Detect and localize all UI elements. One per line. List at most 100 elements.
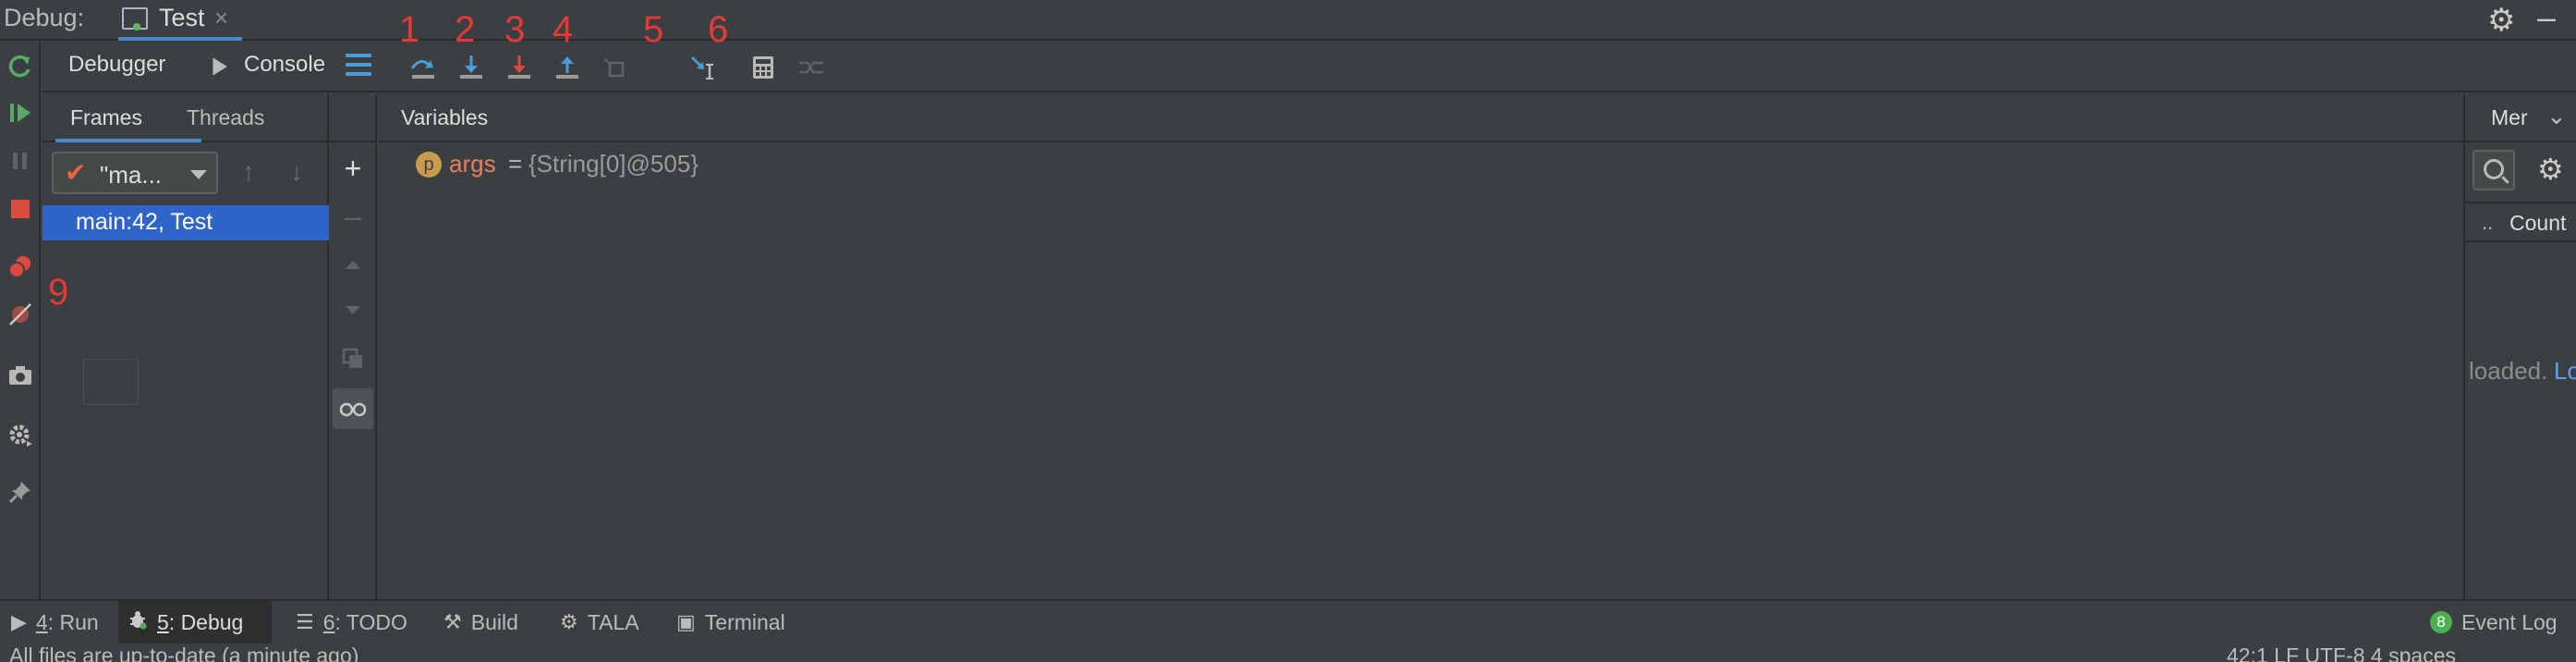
tala-icon: ⚙ <box>560 610 578 633</box>
memory-load-link[interactable]: Lo <box>2554 357 2576 386</box>
tab-debugger[interactable]: Debugger <box>68 52 165 78</box>
tab-memory[interactable]: Mer <box>2491 105 2528 130</box>
memory-col-class[interactable]: .. <box>2482 211 2493 235</box>
annotation-4: 4 <box>553 9 574 50</box>
check-icon: ✔ <box>65 158 87 187</box>
status-right-info[interactable]: 42:1 LF UTF-8 4 spaces <box>2227 644 2456 662</box>
tool-tala[interactable]: ⚙ TALA <box>551 601 649 644</box>
tool-terminal[interactable]: ▣ Terminal <box>667 601 795 644</box>
frames-panel: Frames Threads ✔ "ma... ↑ ↓ main:42, Tes… <box>43 94 329 599</box>
frame-label: main:42, Test <box>76 209 213 235</box>
run-config-icon <box>122 7 148 31</box>
tool-window-bar: ▶ 4: Run 5: Debug ☰ 6: TODO ⚒ Build ⚙ TA… <box>0 599 2576 644</box>
variables-header: Variables <box>379 94 2463 142</box>
move-down-icon <box>333 290 373 331</box>
debug-left-toolbar <box>0 43 41 599</box>
tool-run[interactable]: ▶ 4: Run <box>2 601 108 644</box>
step-over-icon[interactable] <box>408 54 438 81</box>
minimize-icon[interactable]: – <box>2537 0 2556 37</box>
settings-icon[interactable] <box>6 420 35 449</box>
status-message: All files are up-to-date (a minute ago) <box>9 644 359 662</box>
tab-frames[interactable]: Frames <box>70 105 142 130</box>
step-into-icon[interactable] <box>456 54 486 81</box>
arrow-down-icon[interactable]: ↓ <box>290 157 303 187</box>
move-up-icon <box>333 244 373 285</box>
tool-debug-num: 5 <box>157 609 169 634</box>
console-icon <box>213 57 227 76</box>
glasses-icon[interactable] <box>333 388 373 429</box>
annotation-5: 5 <box>643 9 664 50</box>
terminal-icon: ▣ <box>676 610 696 633</box>
tool-tala-label: TALA <box>587 609 639 634</box>
bug-icon <box>128 609 148 635</box>
memory-panel: Mer ⌄ ⚙ .. Count loaded. Lo <box>2463 94 2576 599</box>
tool-run-label: : Run <box>47 609 99 634</box>
tool-todo[interactable]: ☰ 6: TODO <box>286 601 417 644</box>
debug-title-bar: Debug: Test × ⚙ – <box>0 0 2576 41</box>
annotation-1: 1 <box>399 9 420 50</box>
variable-name[interactable]: args <box>449 150 496 178</box>
trace-current-stream-chain-icon <box>796 54 826 81</box>
memory-status-text: loaded. <box>2469 357 2548 385</box>
memory-header: Mer ⌄ <box>2465 94 2576 142</box>
event-log-badge: 8 <box>2430 611 2452 633</box>
duplicate-icon <box>333 338 373 379</box>
memory-search-button[interactable] <box>2473 150 2515 190</box>
tab-frames-underline <box>55 139 201 142</box>
tool-event-log-label: Event Log <box>2461 609 2558 634</box>
chevron-down-icon[interactable]: ⌄ <box>2546 102 2567 130</box>
chevron-down-icon <box>190 170 207 179</box>
step-out-icon[interactable] <box>553 54 582 81</box>
gear-icon[interactable]: ⚙ <box>2487 2 2515 39</box>
annotation-box <box>83 359 139 405</box>
annotation-2: 2 <box>455 9 476 50</box>
arrow-up-icon[interactable]: ↑ <box>242 157 255 187</box>
annotation-9: 9 <box>48 272 69 313</box>
tab-threads[interactable]: Threads <box>187 105 264 130</box>
tab-test[interactable]: Test × <box>118 0 242 41</box>
variables-title: Variables <box>401 105 489 129</box>
rerun-icon[interactable] <box>6 52 35 81</box>
view-breakpoints-icon[interactable] <box>6 251 35 281</box>
force-step-into-icon[interactable] <box>504 54 534 81</box>
hammer-icon: ⚒ <box>444 610 462 633</box>
tool-debug[interactable]: 5: Debug <box>118 601 272 644</box>
close-icon[interactable]: × <box>214 4 228 32</box>
status-bar: All files are up-to-date (a minute ago) … <box>0 644 2576 662</box>
evaluate-expression-icon[interactable] <box>748 54 778 81</box>
resume-icon[interactable] <box>6 98 35 128</box>
thread-selected-value: "ma... <box>100 161 163 189</box>
tab-console[interactable]: Console <box>244 52 325 78</box>
memory-col-count[interactable]: Count <box>2509 211 2566 236</box>
frame-row[interactable]: main:42, Test <box>43 205 329 240</box>
gear-icon[interactable]: ⚙ <box>2537 152 2564 187</box>
tool-run-num: 4 <box>35 609 48 634</box>
frames-tab-header: Frames Threads <box>43 94 329 142</box>
variables-panel: Variables p args = {String[0]@505} <box>379 94 2463 599</box>
tool-terminal-label: Terminal <box>704 609 785 634</box>
stop-icon[interactable] <box>6 194 35 224</box>
drop-frame-icon <box>601 54 630 81</box>
remove-watch-icon: – <box>345 199 361 233</box>
variables-toolbar: + – <box>329 94 377 599</box>
pause-icon[interactable] <box>6 146 35 176</box>
tab-test-label: Test <box>159 4 205 31</box>
parameter-icon: p <box>416 152 442 178</box>
play-icon: ▶ <box>11 610 27 633</box>
pin-icon[interactable] <box>6 477 35 507</box>
search-icon <box>2484 159 2504 179</box>
mute-breakpoints-icon[interactable] <box>6 300 35 329</box>
memory-table-header: .. Count <box>2465 202 2576 242</box>
tool-build[interactable]: ⚒ Build <box>434 601 528 644</box>
variable-value[interactable]: {String[0]@505} <box>529 150 699 178</box>
run-to-cursor-icon[interactable] <box>689 54 719 81</box>
show-execution-point-icon[interactable] <box>346 54 371 78</box>
thread-selector[interactable]: ✔ "ma... <box>52 152 218 194</box>
camera-icon[interactable] <box>6 361 35 390</box>
tool-todo-label: : TODO <box>334 609 407 634</box>
tool-event-log[interactable]: 8 Event Log <box>2421 601 2567 644</box>
add-watch-icon[interactable]: + <box>333 148 373 189</box>
tool-todo-num: 6 <box>322 609 335 634</box>
annotation-3: 3 <box>504 9 526 50</box>
debug-title-label: Debug: <box>4 4 85 31</box>
